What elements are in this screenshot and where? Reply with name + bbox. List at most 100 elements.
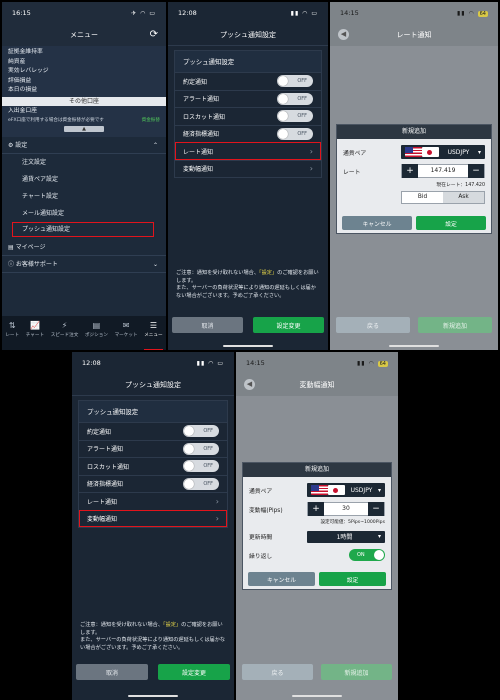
account-summary: 証拠金維持率 純資産 実効レバレッジ 評価損益 本日の損益 その他口座 入出金口… [2,46,166,137]
jp-flag-icon [422,147,439,157]
setting-row-alert: アラート通知 OFF [79,439,227,457]
menu-pair-settings[interactable]: 通貨ペア設定 [2,171,166,188]
tab-rate[interactable]: ⇅ レート [5,321,19,350]
jp-flag-icon [328,485,345,495]
back-button[interactable]: 戻る [336,317,410,333]
settings-text: 設定 [15,142,28,149]
execution-toggle[interactable]: OFF [277,75,313,88]
add-new-button[interactable]: 新規追加 [418,317,492,333]
pair-select[interactable]: USDJPY ▾ [307,483,385,497]
header: プッシュ通知設定 [72,374,234,396]
page-title: レート通知 [396,31,432,39]
tab-chart[interactable]: 📈 チャート [26,321,44,350]
home-indicator [223,344,273,347]
setting-row-rate-notify[interactable]: レート通知 › [175,142,321,160]
tab-market[interactable]: ✉ マーケット [115,321,138,350]
collapse-button[interactable]: ▲ [64,126,104,132]
execution-toggle[interactable]: OFF [183,425,219,438]
menu-order-settings[interactable]: 注文設定 [2,154,166,171]
cancel-button[interactable]: 取消 [172,317,243,333]
menu-mypage[interactable]: ▤ マイページ [2,239,166,256]
rate-label: レート [343,169,361,176]
save-button[interactable]: 設定変更 [253,317,324,333]
economic-toggle[interactable]: OFF [183,477,219,490]
status-bar: 12:08 ▮▮ ◠ ▭ [168,2,328,24]
losscut-toggle[interactable]: OFF [183,460,219,473]
setting-row-alert: アラート通知 OFF [175,89,321,107]
flag-pair [405,147,439,157]
losscut-toggle[interactable]: OFF [277,110,313,123]
reload-icon[interactable]: ⟳ [150,29,158,40]
chart-icon: 📈 [29,321,40,330]
status-icons: ▮▮ ◠ ▭ [290,9,318,17]
confirm-button[interactable]: 設定 [319,572,386,586]
setting-row-execution: 約定通知 OFF [175,72,321,90]
range-hint: 設定可能値：5Pips~1000Pips [320,520,385,525]
page-title: 変動幅通知 [299,381,335,389]
lightning-icon: ⚡ [61,321,68,330]
settings-panel: プッシュ通知設定 約定通知 OFF アラート通知 OFF ロスカット通知 OFF 経済… [174,50,322,178]
position-icon: ▤ [92,321,101,330]
header: ◀ 変動幅通知 [236,374,398,396]
transfer-link[interactable]: 資金振替 [142,116,160,125]
confirm-button[interactable]: 設定 [416,216,486,230]
menu-push-settings[interactable]: プッシュ通知設定 [12,222,154,237]
back-icon[interactable]: ◀ [244,379,255,390]
range-input[interactable]: 30 [324,503,368,515]
bottom-bar: 戻る 新規追加 [330,317,498,333]
button-row: 取消 設定変更 [172,317,324,333]
menu-support[interactable]: ⓘ お客様サポート ⌄ [2,256,166,273]
plus-icon[interactable]: + [402,164,418,178]
row-label: アラート通知 [183,96,220,104]
minus-icon[interactable]: − [468,164,484,178]
status-icons: ▮▮ ◠ 64 [357,359,388,367]
minus-icon[interactable]: − [368,502,384,516]
tab-position[interactable]: ▤ ポジション [85,321,108,350]
side-toggle: Bid Ask [401,191,485,204]
cancel-button[interactable]: キャンセル [342,216,412,230]
add-new-button[interactable]: 新規追加 [321,664,392,680]
pair-select[interactable]: USDJPY ▾ [401,145,485,159]
pair-label: 通貨ペア [343,150,367,157]
rate-notify-screen: 14:15 ▮▮ ◠ 64 ◀ レート通知 新規追加 通貨ペア USDJPY ▾… [330,2,498,350]
caret-down-icon: ▾ [477,148,481,156]
back-button[interactable]: 戻る [242,664,313,680]
menu-chart-settings[interactable]: チャート設定 [2,188,166,205]
tab-label: ポジション [84,333,108,338]
range-label: 変動幅(Pips) [249,507,283,514]
tab-speed-order[interactable]: ⚡ スピード注文 [51,321,79,350]
ask-option[interactable]: Ask [443,192,484,203]
economic-toggle[interactable]: OFF [277,127,313,140]
notice-part: また、サーバーの負荷状況等により通知の遅延もしくは届かない場合がございます。予め… [176,285,316,299]
cancel-button[interactable]: キャンセル [248,572,315,586]
notice-text: ご注意：通知を受け取れない場合、「設定」のご確認をお願いします。 また、サーバー… [176,270,320,300]
dialog-buttons: キャンセル 設定 [336,216,492,230]
cancel-button[interactable]: 取消 [76,664,148,680]
rate-input[interactable]: 147.419 [418,165,468,177]
back-icon[interactable]: ◀ [338,29,349,40]
tab-menu[interactable]: ☰ メニュー [144,321,163,350]
tab-label: スピード注文 [50,333,79,338]
settings-link[interactable]: 「設定」 [259,270,277,276]
page-title: プッシュ通知設定 [125,380,181,389]
setting-row-execution: 約定通知 OFF [79,422,227,440]
account-row: 証拠金維持率 [8,49,43,55]
settings-link[interactable]: 「設定」 [163,622,181,628]
plus-icon[interactable]: + [308,502,324,516]
dialog-title: 新規追加 [243,463,391,477]
bid-option[interactable]: Bid [402,192,443,203]
repeat-toggle[interactable]: ON [349,549,385,561]
setting-row-range-notify[interactable]: 変動幅通知 › [175,159,321,177]
row-label: 経済指標通知 [87,481,124,489]
status-icons: ✈ ◠ ▭ [131,9,156,17]
status-time: 16:15 [12,9,31,17]
setting-row-rate-notify[interactable]: レート通知 › [79,492,227,510]
period-select[interactable]: 1時間 ▾ [307,530,385,543]
menu-mail-settings[interactable]: メール通知設定 [2,205,166,222]
alert-toggle[interactable]: OFF [183,442,219,455]
menu-settings[interactable]: ⚙ 設定 ⌃ [2,137,166,154]
save-button[interactable]: 設定変更 [158,664,230,680]
notice-part: ご注意：通知を受け取れない場合、 [176,270,260,276]
alert-toggle[interactable]: OFF [277,92,313,105]
setting-row-range-notify[interactable]: 変動幅通知 › [79,509,227,527]
